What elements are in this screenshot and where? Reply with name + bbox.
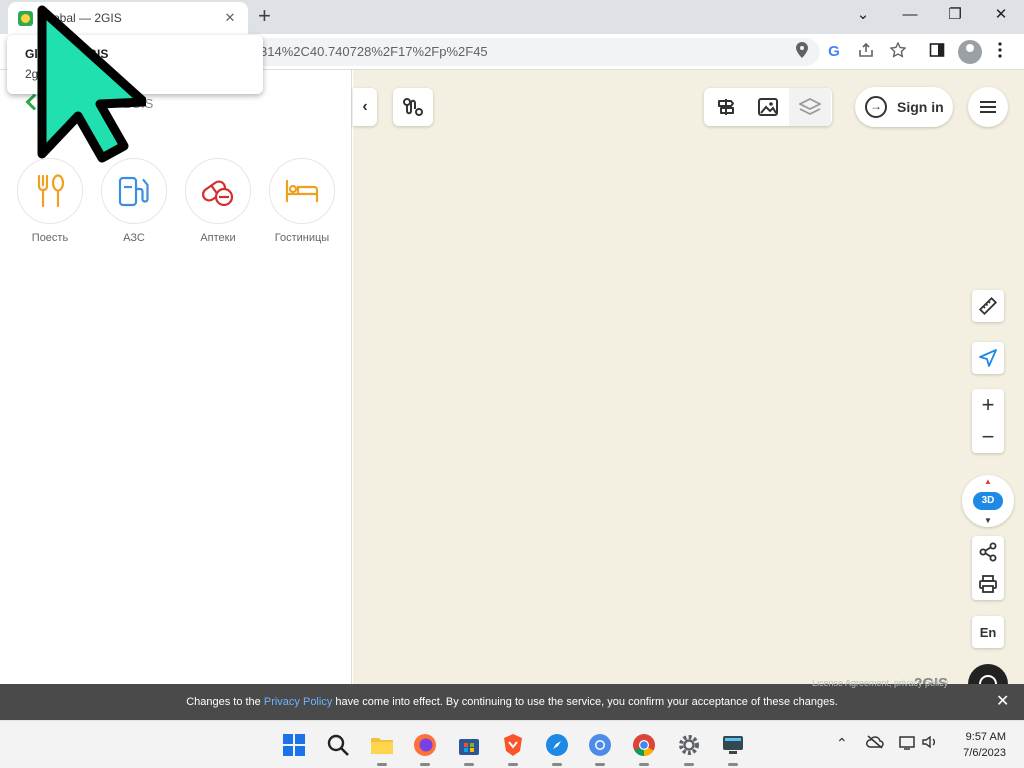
main-menu-button[interactable] xyxy=(968,87,1008,127)
gas-station-icon xyxy=(118,176,149,207)
mouse-cursor-icon xyxy=(36,4,149,169)
clock-date: 7/6/2023 xyxy=(963,747,1006,759)
compass-3d-button[interactable]: ▲ 3D ▼ xyxy=(962,475,1014,527)
zoom-out-button[interactable]: − xyxy=(972,421,1004,453)
share-button[interactable] xyxy=(972,536,1004,568)
navigation-arrow-icon xyxy=(979,349,997,367)
compass-north-icon: ▲ xyxy=(984,477,992,486)
system-clock[interactable]: 9:57 AM 7/6/2023 xyxy=(950,729,1006,761)
signpost-button[interactable] xyxy=(705,88,747,126)
notice-prefix: Changes to the xyxy=(186,696,264,708)
search-icon[interactable] xyxy=(326,733,350,757)
network-icon[interactable] xyxy=(899,735,917,754)
firefox-icon[interactable] xyxy=(413,733,437,766)
windows-start-icon[interactable] xyxy=(282,733,306,757)
category-label: Аптеки xyxy=(200,232,236,244)
profile-avatar[interactable] xyxy=(958,40,982,64)
chromium-icon[interactable] xyxy=(588,733,612,766)
close-window-button[interactable]: ✕ xyxy=(981,4,1021,28)
safari-icon[interactable] xyxy=(545,733,569,766)
favicon-icon xyxy=(18,10,33,26)
print-button[interactable] xyxy=(972,568,1004,600)
route-icon xyxy=(403,98,423,116)
volume-icon[interactable] xyxy=(922,735,938,752)
google-translate-icon[interactable]: G xyxy=(824,42,844,62)
pills-icon xyxy=(201,180,234,207)
printer-icon xyxy=(979,575,997,593)
sign-in-button[interactable]: → Sign in xyxy=(855,87,953,127)
image-icon xyxy=(758,98,778,116)
compass-south-icon: ▼ xyxy=(984,516,992,525)
legal-links[interactable]: License Agreement, privacy policy xyxy=(812,677,948,689)
browser-menu-icon[interactable] xyxy=(990,42,1010,62)
tab-strip: Global — 2GIS ✕ + ⌄ — ❐ ✕ xyxy=(0,0,1024,34)
signpost-icon xyxy=(718,99,734,115)
hamburger-icon xyxy=(980,101,996,113)
settings-gear-icon[interactable] xyxy=(677,733,701,766)
location-icon[interactable] xyxy=(792,42,812,62)
close-notice-button[interactable]: ✕ xyxy=(996,684,1009,720)
sign-in-icon: → xyxy=(865,96,887,118)
address-text: 314%2C40.740728%2F17%2Fp%2F45 xyxy=(260,44,488,59)
my-location-button[interactable] xyxy=(972,342,1004,374)
category-eat[interactable]: Поесть xyxy=(17,158,101,244)
file-explorer-icon[interactable] xyxy=(370,733,394,766)
bed-icon xyxy=(285,179,319,203)
category-label: Гостиницы xyxy=(274,232,330,244)
3d-label: 3D xyxy=(973,492,1003,510)
photos-button[interactable] xyxy=(747,88,789,126)
onedrive-offline-icon[interactable] xyxy=(866,735,884,752)
new-tab-button[interactable]: + xyxy=(258,5,271,27)
windows-taskbar: ⌃ 9:57 AM 7/6/2023 xyxy=(0,720,1024,768)
zoom-controls: + − xyxy=(972,389,1004,453)
share-page-icon[interactable] xyxy=(856,42,876,62)
map-layers-group xyxy=(704,88,832,126)
ruler-icon xyxy=(978,296,998,316)
tab-search-icon[interactable]: ⌄ xyxy=(843,4,883,28)
tab-close-icon[interactable]: ✕ xyxy=(222,10,238,26)
side-panel-icon[interactable] xyxy=(927,42,947,62)
category-rubrics: Поесть АЗС Аптеки Гостиницы xyxy=(17,158,353,244)
bookmark-star-icon[interactable] xyxy=(888,41,908,62)
category-hotels-circle xyxy=(269,158,335,224)
category-label: АЗС xyxy=(123,232,145,244)
category-gas[interactable]: АЗС xyxy=(101,158,185,244)
brave-icon[interactable] xyxy=(501,733,525,766)
map-canvas[interactable]: ‹ → Sign in + − ▲ 3D ▼ En xyxy=(353,70,1024,704)
fork-spoon-icon xyxy=(37,174,65,208)
privacy-notice-bar: License Agreement, privacy policy Change… xyxy=(0,678,1024,720)
zoom-in-button[interactable]: + xyxy=(972,389,1004,421)
category-label: Поесть xyxy=(31,232,69,244)
route-button[interactable] xyxy=(393,88,433,126)
chrome-icon[interactable] xyxy=(632,733,656,766)
category-pharmacy[interactable]: Аптеки xyxy=(185,158,269,244)
clock-time: 9:57 AM xyxy=(965,731,1006,743)
privacy-policy-link[interactable]: Privacy Policy xyxy=(264,696,332,708)
collapse-panel-button[interactable]: ‹ xyxy=(353,88,377,126)
ruler-button[interactable] xyxy=(972,290,1004,322)
category-pharmacy-circle xyxy=(185,158,251,224)
restore-button[interactable]: ❐ xyxy=(935,4,975,28)
layers-icon xyxy=(799,98,821,116)
sign-in-label: Sign in xyxy=(897,99,944,115)
minimize-button[interactable]: — xyxy=(890,4,930,28)
tray-overflow-icon[interactable]: ⌃ xyxy=(836,735,848,752)
category-hotels[interactable]: Гостиницы xyxy=(269,158,353,244)
notice-suffix: have come into effect. By continuing to … xyxy=(332,696,838,708)
share-icon xyxy=(979,542,997,562)
screen-app-icon[interactable] xyxy=(721,733,745,766)
language-button[interactable]: En xyxy=(972,616,1004,648)
share-print-group xyxy=(972,536,1004,600)
layers-button[interactable] xyxy=(789,88,831,126)
microsoft-store-icon[interactable] xyxy=(457,733,481,766)
